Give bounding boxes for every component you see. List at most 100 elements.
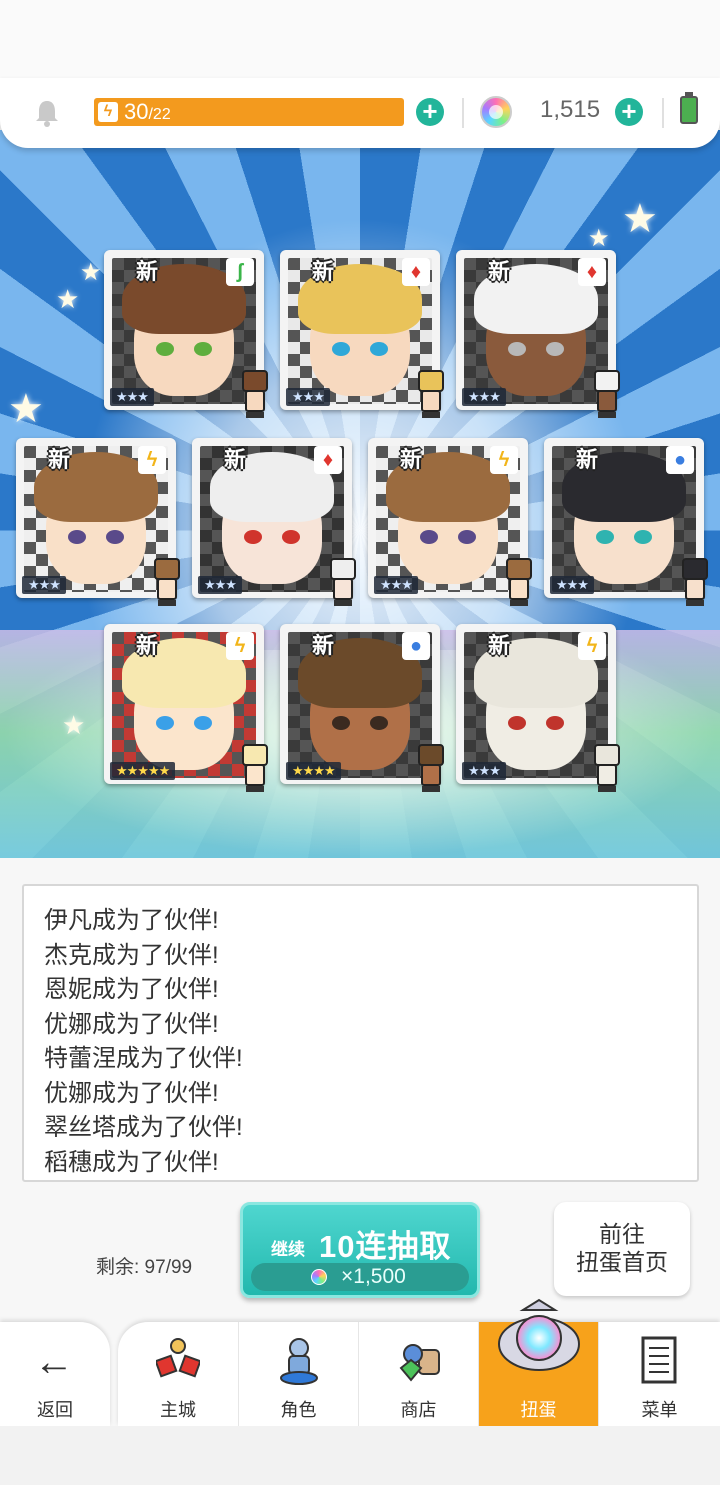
- character-card[interactable]: 新 ϟ ★★★: [368, 438, 532, 606]
- tab-characters[interactable]: 角色: [238, 1322, 358, 1426]
- rarity-stars: ★★★: [462, 762, 506, 780]
- character-card[interactable]: 新 ● ★★★: [544, 438, 708, 606]
- resource-bar: ϟ 30/22 + 1,515 +: [0, 78, 720, 148]
- character-card[interactable]: 新 ϟ ★★★★★: [104, 624, 268, 792]
- thunder-attribute-icon: ϟ: [490, 446, 518, 474]
- battery-icon: [680, 92, 698, 124]
- log-entry: 伊凡成为了伙伴!: [44, 907, 219, 934]
- new-badge: 新: [488, 634, 511, 659]
- new-badge: 新: [136, 260, 159, 285]
- log-entry: 优娜成为了伙伴!: [44, 1079, 219, 1107]
- pixel-sprite: [324, 558, 362, 606]
- water-attribute-icon: ●: [402, 632, 430, 660]
- pixel-sprite: [588, 370, 626, 418]
- new-badge: 新: [312, 260, 335, 285]
- add-stamina-button[interactable]: +: [416, 98, 444, 126]
- status-bar: [0, 0, 720, 78]
- draw-cost: ×1,500: [251, 1263, 469, 1291]
- menu-list-icon: [641, 1336, 677, 1384]
- remaining-count: 剩余: 97/99: [96, 1257, 193, 1278]
- tab-town[interactable]: 主城: [118, 1322, 238, 1426]
- rarity-stars: ★★★★: [286, 762, 341, 780]
- tab-characters-label: 角色: [280, 1400, 317, 1420]
- rarity-stars: ★★★: [198, 576, 242, 594]
- tab-menu[interactable]: 菜单: [598, 1322, 720, 1426]
- new-badge: 新: [576, 448, 599, 473]
- log-list: 伊凡成为了伙伴! 杰克成为了伙伴! 恩妮成为了伙伴! 优娜成为了伙伴! 特蕾涅成为了伙伴…: [24, 886, 697, 1180]
- log-entry: 特蕾涅成为了伙伴!: [44, 1045, 243, 1072]
- sparkle-icon: ★: [588, 225, 610, 252]
- back-arrow-icon: ←: [34, 1340, 74, 1384]
- rarity-stars: ★★★: [550, 576, 594, 594]
- town-icon: [156, 1338, 200, 1378]
- fire-attribute-icon: ♦: [578, 258, 606, 286]
- system-nav-bar: [0, 1426, 720, 1485]
- stamina-bar: ϟ 30/22: [94, 98, 404, 126]
- character-icon: [280, 1338, 318, 1385]
- pixel-sprite: [148, 558, 186, 606]
- new-badge: 新: [400, 448, 423, 473]
- bell-icon[interactable]: [32, 98, 62, 128]
- stamina-max: /22: [148, 106, 171, 123]
- gem-icon: [311, 1269, 327, 1285]
- rarity-stars: ★★★★★: [110, 762, 176, 780]
- rarity-stars: ★★★: [286, 388, 330, 406]
- character-card[interactable]: 新 ● ★★★★: [280, 624, 444, 792]
- back-label: 返回: [37, 1400, 73, 1420]
- gacha-result-stage: ★ ★ ★ ★ ★ ★ 新 ʃ ★★★ 新 ♦ ★★★ 新 ♦ ★★★ 新 ϟ ★★★ 新 ♦ ★★★ 新 ϟ ★…: [0, 130, 720, 858]
- result-log[interactable]: 伊凡成为了伙伴! 杰克成为了伙伴! 恩妮成为了伙伴! 优娜成为了伙伴! 特蕾涅成为了伙伴…: [22, 884, 699, 1182]
- nav-tabs: 主城 角色 商店 扭蛋 菜单: [118, 1298, 720, 1426]
- character-card[interactable]: 新 ʃ ★★★: [104, 250, 268, 418]
- tab-gacha-label: 扭蛋: [520, 1400, 557, 1420]
- tab-gacha[interactable]: 扭蛋: [478, 1298, 598, 1426]
- gacha-home-label-line2: 扭蛋首页: [576, 1249, 668, 1275]
- divider: [462, 98, 464, 128]
- divider: [662, 98, 664, 128]
- new-badge: 新: [488, 260, 511, 285]
- gacha-home-label-line1: 前往: [599, 1221, 645, 1247]
- character-card[interactable]: 新 ♦ ★★★: [192, 438, 356, 606]
- continue-label: 继续: [271, 1240, 305, 1259]
- character-card[interactable]: 新 ϟ ★★★: [456, 624, 620, 792]
- character-card[interactable]: 新 ♦ ★★★: [280, 250, 444, 418]
- pixel-sprite: [412, 744, 450, 792]
- new-badge: 新: [136, 634, 159, 659]
- pixel-sprite: [236, 744, 274, 792]
- character-card[interactable]: 新 ♦ ★★★: [456, 250, 620, 418]
- character-card[interactable]: 新 ϟ ★★★: [16, 438, 180, 606]
- thunder-attribute-icon: ϟ: [226, 632, 254, 660]
- rarity-stars: ★★★: [22, 576, 66, 594]
- thunder-attribute-icon: ϟ: [578, 632, 606, 660]
- pixel-sprite: [412, 370, 450, 418]
- rarity-stars: ★★★: [462, 388, 506, 406]
- log-entry: 恩妮成为了伙伴!: [44, 976, 219, 1003]
- continue-10-draw-button[interactable]: 继续 10连抽取 ×1,500: [240, 1202, 480, 1298]
- ten-draw-label: 10连抽取: [319, 1229, 452, 1264]
- sparkle-icon: ★: [8, 387, 44, 431]
- shop-icon: [399, 1344, 440, 1382]
- new-badge: 新: [312, 634, 335, 659]
- gem-count: 1,515: [540, 96, 601, 123]
- tab-shop[interactable]: 商店: [358, 1322, 478, 1426]
- sparkle-icon: ★: [62, 710, 86, 740]
- tab-shop-label: 商店: [400, 1400, 437, 1420]
- fire-attribute-icon: ♦: [402, 258, 430, 286]
- bottom-nav: ← 返回 主城 角色 商店 扭蛋 菜单: [0, 1298, 720, 1426]
- log-entry: 稻穗成为了伙伴!: [44, 1148, 219, 1176]
- sparkle-icon: ★: [56, 284, 80, 314]
- log-entry: 优娜成为了伙伴!: [44, 1010, 219, 1038]
- pixel-sprite: [676, 558, 714, 606]
- rarity-stars: ★★★: [110, 388, 154, 406]
- pixel-sprite: [588, 744, 626, 792]
- bolt-icon: ϟ: [98, 102, 118, 122]
- back-button[interactable]: ← 返回: [0, 1322, 110, 1426]
- pixel-sprite: [236, 370, 274, 418]
- gacha-home-button[interactable]: 前往 扭蛋首页: [554, 1202, 690, 1296]
- new-badge: 新: [48, 448, 71, 473]
- sparkle-icon: ★: [80, 259, 102, 286]
- fire-attribute-icon: ♦: [314, 446, 342, 474]
- add-gem-button[interactable]: +: [615, 98, 643, 126]
- new-badge: 新: [224, 448, 247, 473]
- tab-town-label: 主城: [160, 1400, 196, 1420]
- gem-icon: [480, 96, 512, 128]
